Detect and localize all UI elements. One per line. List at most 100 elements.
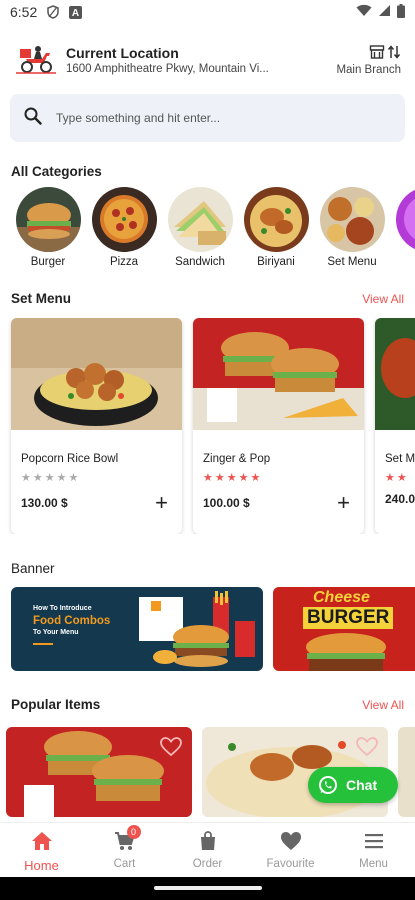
vpn-shield-icon (45, 4, 61, 20)
banner-burger-text: BURGER (303, 607, 394, 629)
category-sandwich[interactable]: Sandwich (162, 187, 238, 268)
location-address: 1600 Amphitheatre Pkwy, Mountain Vi... (66, 63, 269, 75)
nav-label: Favourite (266, 858, 315, 870)
banner-title: Banner (11, 561, 55, 576)
location-header: Current Location 1600 Amphitheatre Pkwy,… (0, 24, 415, 84)
product-name: Popcorn Rice Bowl (21, 453, 119, 465)
swap-arrows-icon (387, 44, 401, 62)
home-gesture-handle[interactable] (154, 886, 262, 890)
banner-food-combos[interactable]: How To Introduce Food Combos To Your Men… (11, 587, 263, 671)
banner-line-1: How To Introduce (33, 605, 92, 612)
combo-meal-image (139, 591, 255, 667)
product-name: Zinger & Pop (203, 453, 271, 465)
rating-stars: ★★★★★ (21, 472, 81, 484)
category-drinks[interactable]: Dr (390, 187, 415, 268)
banner-carousel: How To Introduce Food Combos To Your Men… (0, 587, 415, 671)
set-menu-view-all-link[interactable]: View All (362, 292, 404, 306)
branch-name: Main Branch (336, 64, 401, 76)
category-set-menu[interactable]: Set Menu (314, 187, 390, 268)
popular-header: Popular Items View All (0, 697, 415, 712)
home-icon (31, 831, 53, 856)
rating-stars: ★★★★★ (203, 472, 263, 484)
status-time: 6:52 (10, 4, 38, 20)
current-location-title: Current Location (66, 45, 179, 61)
category-burger[interactable]: Burger (10, 187, 86, 268)
chat-label: Chat (346, 777, 378, 793)
search-input[interactable] (56, 111, 391, 125)
wifi-icon (356, 4, 372, 20)
category-label: Sandwich (175, 256, 225, 268)
favourite-heart-icon[interactable] (160, 737, 182, 762)
popcorn-rice-bowl-image (11, 318, 182, 430)
category-label: Pizza (109, 256, 139, 268)
system-gesture-bar (0, 877, 415, 900)
menu-icon (363, 831, 385, 856)
nav-label: Menu (359, 858, 388, 870)
notification-a-icon: A (67, 4, 83, 20)
status-bar: 6:52 A (0, 0, 415, 24)
current-location[interactable]: Current Location 1600 Amphitheatre Pkwy,… (66, 45, 328, 75)
nav-cart[interactable]: 0 Cart (83, 823, 166, 877)
whatsapp-icon (318, 775, 338, 795)
nav-favourite[interactable]: Favourite (249, 823, 332, 877)
favourite-heart-icon[interactable] (356, 737, 378, 762)
popular-item-card[interactable] (6, 727, 192, 817)
heart-icon (280, 831, 302, 856)
banner-line-2: Food Combos (33, 615, 111, 627)
category-label: Burger (30, 256, 66, 268)
category-label: Biriyani (257, 256, 295, 268)
bottom-navigation: Home 0 Cart Order Favourite Menu (0, 822, 415, 877)
categories-title: All Categories (11, 164, 102, 179)
banner-cheese-burger[interactable]: Cheese BURGER (273, 587, 415, 671)
battery-icon (397, 3, 405, 21)
pizza-image (91, 187, 157, 252)
categories-list: Burger Pizza Sandwich Biriyani Set Menu … (0, 187, 415, 268)
nav-order[interactable]: Order (166, 823, 249, 877)
add-to-cart-plus-icon[interactable]: + (337, 492, 350, 514)
nav-home[interactable]: Home (0, 823, 83, 877)
banner-header: Banner (0, 561, 415, 576)
set-menu-image (319, 187, 385, 252)
category-label: Set Menu (327, 256, 377, 268)
product-price: 130.00 $ (21, 496, 68, 510)
search-bar (10, 94, 405, 142)
biriyani-image (243, 187, 309, 252)
search-icon[interactable] (24, 107, 42, 130)
banner-line-3: To Your Menu (33, 629, 79, 636)
set-menu-list: Popcorn Rice Bowl ★★★★★ 130.00 $ + Zinge… (0, 318, 415, 534)
product-card-zinger-pop[interactable]: Zinger & Pop ★★★★★ 100.00 $ + (193, 318, 364, 534)
product-price: 240.0 (385, 492, 415, 506)
nav-menu[interactable]: Menu (332, 823, 415, 877)
nav-label: Home (24, 858, 59, 873)
nav-label: Order (192, 858, 223, 870)
branch-selector[interactable]: Main Branch (336, 44, 401, 76)
nav-label: Cart (113, 858, 136, 870)
product-card-popcorn-rice-bowl[interactable]: Popcorn Rice Bowl ★★★★★ 130.00 $ + (11, 318, 182, 534)
zinger-pop-image (193, 318, 364, 430)
whatsapp-chat-button[interactable]: Chat (308, 767, 398, 803)
delivery-scooter-icon (16, 43, 56, 77)
popular-title: Popular Items (11, 697, 101, 712)
cheese-burger-image (306, 633, 386, 671)
set-menu-title: Set Menu (11, 291, 72, 306)
cellular-signal-icon (378, 4, 391, 20)
popular-view-all-link[interactable]: View All (362, 698, 404, 712)
add-to-cart-plus-icon[interactable]: + (155, 492, 168, 514)
set-menu-header: Set Menu View All (0, 291, 415, 306)
popular-item-card[interactable] (398, 727, 415, 817)
set-menu-item-image (375, 318, 415, 430)
rating-stars: ★★ (385, 472, 409, 484)
bag-icon (198, 831, 218, 856)
store-icon (369, 44, 385, 62)
drinks-image (395, 187, 415, 252)
svg-text:A: A (72, 8, 79, 19)
banner-cheese-text: Cheese (313, 589, 370, 606)
product-name: Set M (385, 453, 415, 465)
category-biriyani[interactable]: Biriyani (238, 187, 314, 268)
product-price: 100.00 $ (203, 496, 250, 510)
banner-underline (33, 643, 53, 645)
product-card-set-menu[interactable]: Set M ★★ 240.0 (375, 318, 415, 534)
category-pizza[interactable]: Pizza (86, 187, 162, 268)
categories-header: All Categories (0, 164, 415, 179)
sandwich-image (167, 187, 233, 252)
